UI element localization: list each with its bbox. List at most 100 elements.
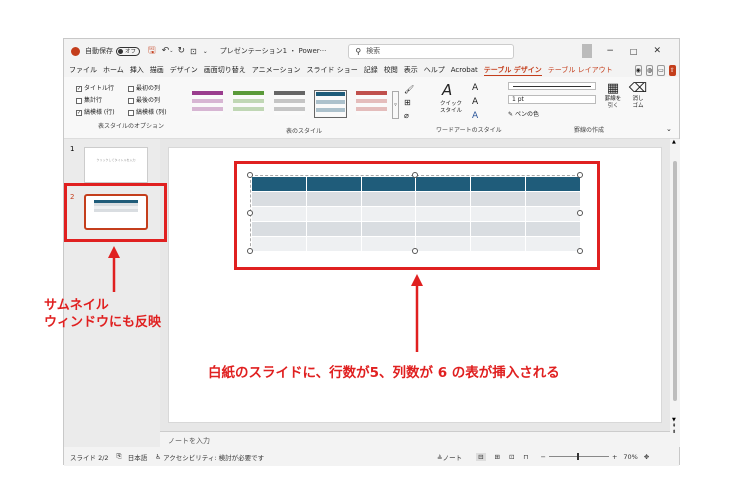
pen-weight-dropdown[interactable]: 1 pt xyxy=(508,95,596,104)
gallery-scroll[interactable]: ▿ xyxy=(392,91,399,119)
tab-4[interactable]: デザイン xyxy=(170,65,198,75)
save-icon[interactable]: 🖫 xyxy=(148,43,156,59)
table-styles-gallery: ▿ 表のスタイル xyxy=(188,85,428,135)
search-box[interactable]: ⚲ 検索 xyxy=(348,43,515,59)
shading-icon[interactable]: 🖌 xyxy=(404,83,426,96)
undo-icon[interactable]: ↶ xyxy=(162,46,170,56)
tab-14[interactable]: テーブル レイアウト xyxy=(548,65,613,75)
table-style-swatch[interactable] xyxy=(314,90,347,118)
text-effects-icon[interactable]: A xyxy=(472,111,478,121)
ribbon-tabs: ファイル ホーム 挿入 描画 デザイン 画面切り替え アニメーション スライド ショー 記録 校閲… xyxy=(64,63,679,77)
tab-5[interactable]: 画面切り替え xyxy=(204,65,246,75)
tab-12[interactable]: Acrobat xyxy=(451,66,478,74)
borders-icon[interactable]: ⊞ xyxy=(404,96,426,109)
search-icon: ⚲ xyxy=(355,46,362,56)
slideshow-icon[interactable]: ⊓ xyxy=(523,453,528,461)
banded-columns-checkbox[interactable] xyxy=(128,109,134,116)
table-annotation: 白紙のスライドに、行数が5、列数が 6 の表が挿入される xyxy=(208,365,560,381)
start-from-beginning-icon[interactable]: ⊡ xyxy=(190,47,197,56)
spelling-icon[interactable]: ⎘ xyxy=(117,452,122,461)
accessibility-icon: ♿ xyxy=(155,452,162,461)
quick-styles-icon[interactable]: A xyxy=(442,81,452,99)
table-highlight-box xyxy=(234,161,600,270)
total-row-checkbox[interactable] xyxy=(76,97,82,104)
first-column-checkbox[interactable] xyxy=(128,85,134,92)
table-style-swatch[interactable] xyxy=(191,90,224,118)
banded-rows-option[interactable]: ✓ 縞模様 (行) xyxy=(76,107,128,119)
slide1-thumbnail[interactable]: クリックしてタイトルを入力 xyxy=(84,147,148,183)
tab-9[interactable]: 校閲 xyxy=(384,65,398,75)
tab-2[interactable]: 挿入 xyxy=(130,65,144,75)
slide-sorter-icon[interactable]: ⊞ xyxy=(495,453,500,461)
powerpoint-logo-icon xyxy=(71,46,80,56)
tab-10[interactable]: 表示 xyxy=(404,65,418,75)
normal-view-icon[interactable]: ⊟ xyxy=(476,452,486,461)
language-indicator[interactable]: 日本語 xyxy=(128,452,148,462)
comments-icon[interactable]: ▭ xyxy=(657,64,665,76)
pen-color-button[interactable]: ✎ ペンの色 xyxy=(508,109,539,118)
table-style-swatch[interactable] xyxy=(355,90,388,118)
share-button[interactable]: ⇧ xyxy=(668,64,676,76)
shading-controls: 🖌 ⊞ ⌀ xyxy=(404,83,426,122)
tab-0[interactable]: ファイル xyxy=(69,65,97,75)
table-style-swatch[interactable] xyxy=(273,90,306,118)
zoom-slider-thumb[interactable] xyxy=(576,453,579,460)
table-style-options-group: ✓ タイトル行 集計行 ✓ 縞模様 (行) 最初の列 最後の列 縞模様 (列) 表ス… xyxy=(76,83,186,130)
autosave-label: 自動保存 xyxy=(85,47,113,55)
text-outline-icon[interactable]: A xyxy=(472,97,478,107)
maximize-button[interactable]: □ xyxy=(630,47,638,56)
record-icon[interactable]: ◍ xyxy=(645,64,654,76)
vertical-scrollbar[interactable]: ▲ ▼ ⇞ ⇟ xyxy=(670,139,680,447)
reading-view-icon[interactable]: ⊡ xyxy=(509,453,514,461)
title-bar: 自動保存 オフ 🖫 ↶ ⌄ ↻ ⊡ ⌄ プレゼンテーション1 ・ Power··… xyxy=(64,39,679,63)
wordart-group-label: ワードアートのスタイル xyxy=(436,127,502,134)
redo-icon[interactable]: ↻ xyxy=(177,46,185,56)
header-row-checkbox[interactable]: ✓ xyxy=(76,85,82,92)
eraser-button[interactable]: ⌫ 消し ゴム xyxy=(628,81,648,110)
fit-slide-icon[interactable]: ✥ xyxy=(644,453,649,461)
minimize-button[interactable]: − xyxy=(606,46,614,56)
zoom-out-button[interactable]: − xyxy=(541,453,546,461)
notes-toggle[interactable]: ≜ノート xyxy=(437,452,462,462)
total-row-option[interactable]: 集計行 xyxy=(76,95,128,107)
close-button[interactable]: ✕ xyxy=(653,46,661,56)
tab-3[interactable]: 描画 xyxy=(150,65,164,75)
effects-icon[interactable]: ⌀ xyxy=(404,109,426,122)
tab-13[interactable]: テーブル デザイン xyxy=(483,65,542,76)
autosave-toggle[interactable]: オフ xyxy=(116,46,141,56)
tab-1[interactable]: ホーム xyxy=(103,65,124,75)
customize-qat-icon[interactable]: ⌄ xyxy=(203,48,208,55)
zoom-in-button[interactable]: + xyxy=(612,453,617,461)
banded-rows-checkbox[interactable]: ✓ xyxy=(76,109,82,116)
tab-7[interactable]: スライド ショー xyxy=(307,65,358,75)
banded-columns-option[interactable]: 縞模様 (列) xyxy=(128,107,186,119)
draw-table-button[interactable]: ▦ 罫線を 引く xyxy=(603,81,623,110)
last-column-option[interactable]: 最後の列 xyxy=(128,95,186,107)
text-fill-icon[interactable]: A xyxy=(472,83,478,93)
undo-dropdown-icon[interactable]: ⌄ xyxy=(169,48,173,54)
notes-pane[interactable]: ノートを入力 xyxy=(160,431,670,447)
zoom-level[interactable]: 70% xyxy=(623,453,637,461)
tab-8[interactable]: 記録 xyxy=(364,65,378,75)
thumbnail-highlight-box xyxy=(64,183,167,242)
pen-style-dropdown[interactable] xyxy=(508,82,596,90)
wordart-group: A クイック スタイル A A A ワードアートのスタイル xyxy=(436,81,516,136)
eraser-icon: ⌫ xyxy=(628,81,648,96)
presenting-icon[interactable]: ◉ xyxy=(634,64,642,76)
header-row-option[interactable]: ✓ タイトル行 xyxy=(76,83,128,95)
slide1-thumbnail-text: クリックしてタイトルを入力 xyxy=(96,158,136,162)
accessibility-status[interactable]: アクセシビリティ: 検討が必要です xyxy=(163,452,264,462)
scroll-thumb[interactable] xyxy=(673,161,677,401)
draw-table-icon: ▦ xyxy=(606,81,620,96)
collapse-ribbon-icon[interactable]: ⌄ xyxy=(666,125,672,133)
table-style-swatch[interactable] xyxy=(232,90,265,118)
last-column-checkbox[interactable] xyxy=(128,97,134,104)
first-column-option[interactable]: 最初の列 xyxy=(128,83,186,95)
account-avatar[interactable] xyxy=(582,44,593,58)
notes-placeholder: ノートを入力 xyxy=(168,437,210,445)
quick-styles-button[interactable]: クイック スタイル xyxy=(440,101,462,115)
tab-6[interactable]: アニメーション xyxy=(252,65,301,75)
zoom-slider[interactable] xyxy=(548,453,609,460)
tab-11[interactable]: ヘルプ xyxy=(424,65,445,75)
slide1-number: 1 xyxy=(70,145,75,153)
